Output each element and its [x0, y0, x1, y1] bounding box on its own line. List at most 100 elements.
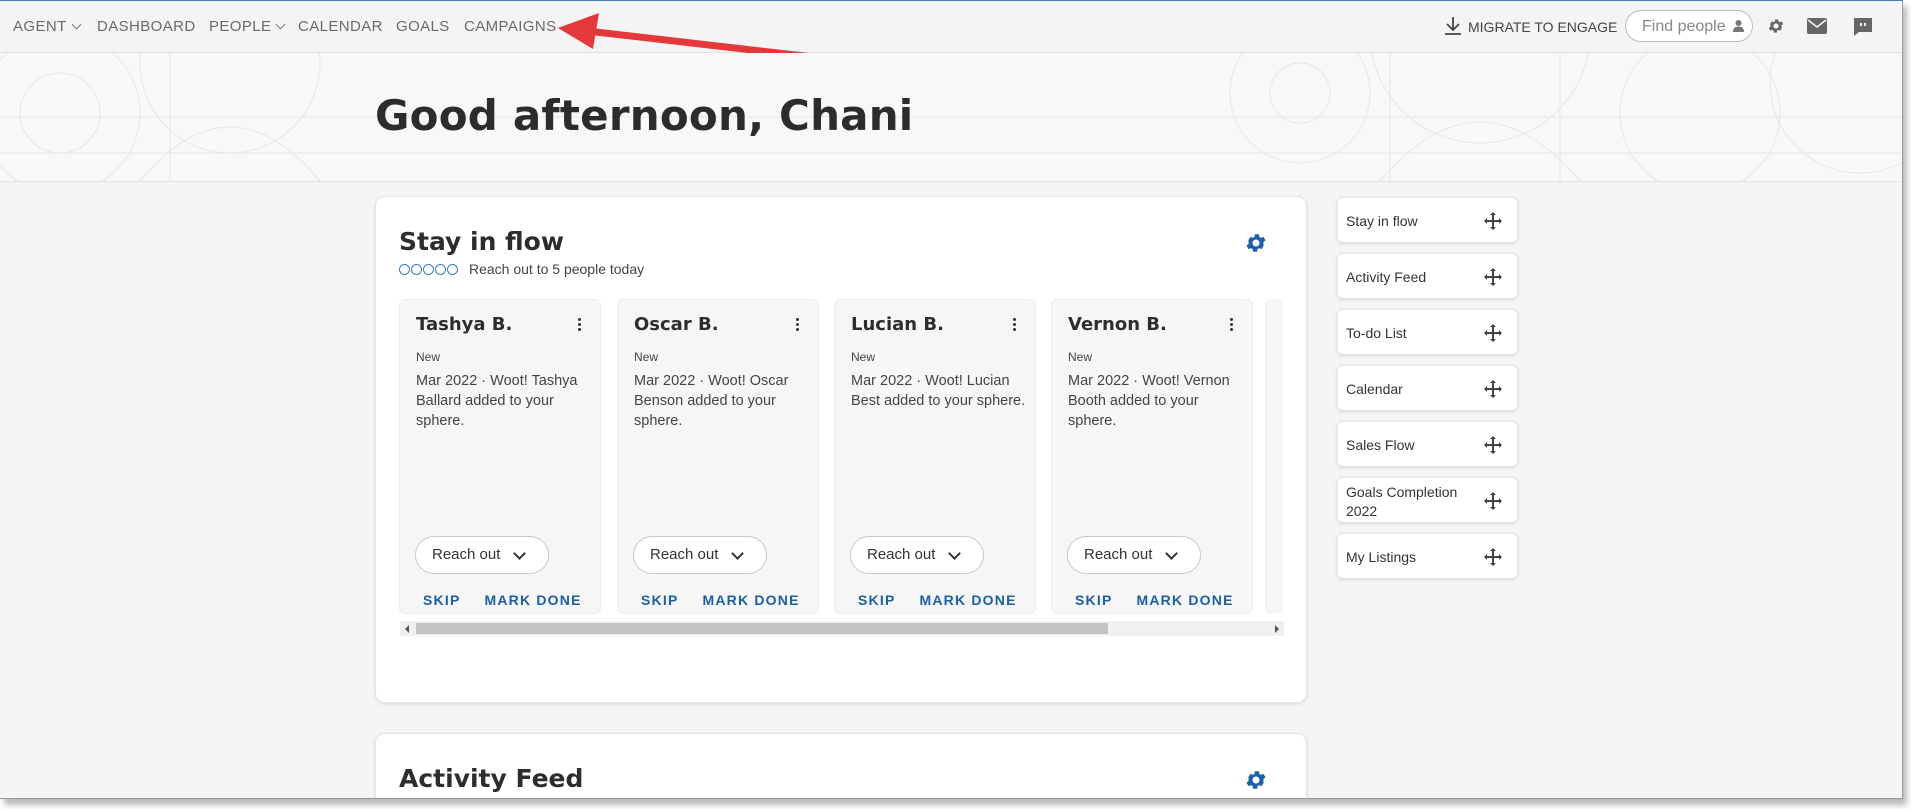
move-icon[interactable]	[1483, 211, 1503, 231]
activity-feed-card: Activity Feed	[375, 733, 1307, 798]
more-vert-icon[interactable]	[1013, 318, 1017, 333]
stay-in-flow-subtitle: Reach out to 5 people today	[399, 261, 644, 277]
download-icon	[1445, 17, 1461, 35]
widget-label: My Listings	[1346, 549, 1417, 565]
progress-circle	[399, 264, 410, 275]
person-status: New	[634, 350, 659, 364]
move-icon[interactable]	[1483, 323, 1503, 343]
person-card: Lucian B. New Mar 2022 · Woot! Lucian Be…	[834, 299, 1036, 614]
migrate-to-engage-button[interactable]: MIGRATE TO ENGAGE	[1444, 16, 1617, 36]
person-icon	[1733, 20, 1744, 32]
nav-campaigns[interactable]: CAMPAIGNS	[464, 18, 557, 35]
person-name[interactable]: Lucian B.	[851, 314, 944, 335]
person-status: New	[851, 350, 876, 364]
person-card: Oscar B. New Mar 2022 · Woot! Oscar Bens…	[617, 299, 819, 614]
move-icon[interactable]	[1483, 547, 1503, 567]
scroll-right-arrow-icon[interactable]	[1275, 625, 1279, 633]
card-title: Activity Feed	[399, 764, 584, 793]
skip-button[interactable]: SKIP	[858, 592, 895, 608]
migrate-label: MIGRATE TO ENGAGE	[1468, 19, 1618, 35]
skip-button[interactable]: SKIP	[423, 592, 460, 608]
person-description: Mar 2022 · Woot! Tashya Ballard added to…	[416, 373, 578, 429]
banner-pattern	[0, 53, 1902, 181]
move-icon[interactable]	[1483, 267, 1503, 287]
skip-button[interactable]: SKIP	[641, 592, 678, 608]
reach-out-dropdown[interactable]: Reach out	[415, 536, 549, 574]
reach-out-dropdown[interactable]: Reach out	[633, 536, 767, 574]
person-card-partial	[1265, 299, 1283, 614]
person-name[interactable]: Vernon B.	[1068, 314, 1167, 335]
mark-done-button[interactable]: MARK DONE	[1136, 592, 1233, 608]
widget-activity-feed[interactable]: Activity Feed	[1337, 253, 1518, 299]
person-card: Tashya B. New Mar 2022 · Woot! Tashya Ba…	[399, 299, 601, 614]
top-nav: AGENT DASHBOARD PEOPLE CALENDAR GOALS CA…	[0, 1, 1902, 61]
progress-circle	[411, 264, 422, 275]
chevron-down-icon	[71, 19, 82, 30]
widget-goals-completion[interactable]: Goals Completion 2022	[1337, 477, 1518, 523]
person-description: Mar 2022 · Woot! Lucian Best added to yo…	[851, 373, 1026, 409]
skip-button[interactable]: SKIP	[1075, 592, 1112, 608]
mark-done-button[interactable]: MARK DONE	[484, 592, 581, 608]
widget-stay-in-flow[interactable]: Stay in flow	[1337, 197, 1518, 243]
nav-people[interactable]: PEOPLE	[209, 18, 286, 35]
scroll-left-arrow-icon[interactable]	[405, 625, 409, 633]
widget-sales-flow[interactable]: Sales Flow	[1337, 421, 1518, 467]
widget-my-listings[interactable]: My Listings	[1337, 533, 1518, 579]
person-cards-scroller[interactable]: Tashya B. New Mar 2022 · Woot! Tashya Ba…	[399, 299, 1283, 634]
gear-icon[interactable]	[1767, 17, 1785, 35]
mark-done-button[interactable]: MARK DONE	[702, 592, 799, 608]
person-status: New	[1068, 350, 1093, 364]
nav-agent[interactable]: AGENT	[13, 18, 82, 35]
more-vert-icon[interactable]	[578, 318, 582, 333]
widget-calendar[interactable]: Calendar	[1337, 365, 1518, 411]
card-title: Stay in flow	[399, 227, 564, 256]
progress-circles	[399, 261, 459, 277]
widget-label: To-do List	[1346, 325, 1407, 341]
person-status: New	[416, 350, 441, 364]
gear-icon[interactable]	[1244, 768, 1268, 792]
mark-done-button[interactable]: MARK DONE	[919, 592, 1016, 608]
chevron-down-icon	[513, 547, 526, 560]
person-description: Mar 2022 · Woot! Oscar Benson added to y…	[634, 373, 789, 429]
chevron-down-icon	[731, 547, 744, 560]
reach-out-dropdown[interactable]: Reach out	[1067, 536, 1201, 574]
person-name[interactable]: Tashya B.	[416, 314, 512, 335]
chevron-down-icon	[948, 547, 961, 560]
reach-out-dropdown[interactable]: Reach out	[850, 536, 984, 574]
widget-label: Stay in flow	[1346, 213, 1418, 229]
nav-dashboard[interactable]: DASHBOARD	[97, 18, 196, 35]
reach-out-label: Reach out	[650, 546, 719, 563]
move-icon[interactable]	[1483, 379, 1503, 399]
find-people-search[interactable]: Find people	[1625, 10, 1753, 42]
chevron-down-icon	[275, 19, 286, 30]
widget-label: Activity Feed	[1346, 269, 1427, 285]
page-title: Good afternoon, Chani	[375, 91, 914, 140]
widget-label: Calendar	[1346, 381, 1403, 397]
more-vert-icon[interactable]	[1230, 318, 1234, 333]
find-people-placeholder: Find people	[1642, 18, 1726, 35]
app-window: AGENT DASHBOARD PEOPLE CALENDAR GOALS CA…	[0, 0, 1903, 799]
nav-goals[interactable]: GOALS	[396, 18, 450, 35]
reach-out-label: Reach out	[1084, 546, 1153, 563]
person-name[interactable]: Oscar B.	[634, 314, 719, 335]
more-vert-icon[interactable]	[796, 318, 800, 333]
chevron-down-icon	[1165, 547, 1178, 560]
scrollbar-thumb[interactable]	[416, 623, 1108, 634]
person-description: Mar 2022 · Woot! Vernon Booth added to y…	[1068, 373, 1230, 429]
gear-icon[interactable]	[1244, 231, 1268, 255]
move-icon[interactable]	[1483, 435, 1503, 455]
mail-icon[interactable]	[1807, 18, 1827, 34]
reach-out-goal-text: Reach out to 5 people today	[469, 261, 645, 277]
person-card: Vernon B. New Mar 2022 · Woot! Vernon Bo…	[1051, 299, 1253, 614]
widget-label: Sales Flow	[1346, 437, 1415, 453]
move-icon[interactable]	[1483, 491, 1503, 511]
reach-out-label: Reach out	[867, 546, 936, 563]
progress-circle	[447, 264, 458, 275]
widget-label: Goals Completion 2022	[1346, 484, 1458, 519]
progress-circle	[423, 264, 434, 275]
reach-out-label: Reach out	[432, 546, 501, 563]
chat-icon[interactable]	[1853, 17, 1873, 37]
nav-calendar[interactable]: CALENDAR	[298, 18, 383, 35]
widget-todo-list[interactable]: To-do List	[1337, 309, 1518, 355]
greeting-banner: Good afternoon, Chani	[0, 53, 1902, 182]
